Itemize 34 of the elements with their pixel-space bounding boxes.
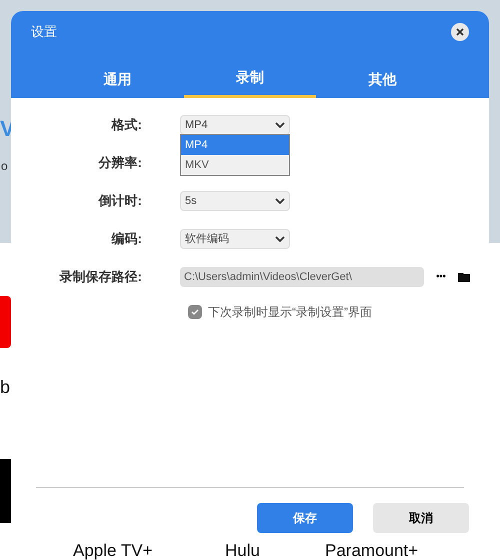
dropdown-option[interactable]: MP4 — [181, 135, 289, 155]
path-field[interactable]: C:\Users\admin\Videos\CleverGet\ — [180, 267, 424, 287]
photo-placeholder — [0, 296, 11, 348]
field-label: 编码: — [110, 230, 143, 248]
chevron-down-icon — [275, 122, 285, 128]
folder-icon[interactable] — [458, 272, 471, 282]
checkbox[interactable] — [188, 305, 202, 319]
checkmark-icon — [191, 309, 199, 315]
field-label: 倒计时: — [97, 192, 143, 210]
background-text: b — [0, 376, 10, 399]
tab[interactable]: 其他 — [316, 64, 450, 98]
cancel-button[interactable]: 取消 — [373, 503, 469, 533]
background-text: o — [1, 158, 8, 175]
dropdown-option[interactable]: MKV — [181, 155, 289, 175]
service-label: Hulu — [225, 540, 261, 560]
tab[interactable]: 通用 — [51, 64, 184, 98]
dropdown-select[interactable]: 5s — [180, 191, 290, 211]
service-label: Paramount+ — [325, 540, 420, 560]
field-label: 录制保存路径: — [58, 268, 143, 286]
save-button[interactable]: 保存 — [257, 503, 353, 533]
more-button[interactable]: ••• — [430, 270, 452, 284]
tab[interactable]: 录制 — [184, 64, 316, 98]
chevron-down-icon — [275, 236, 285, 242]
dropdown-select[interactable]: MP4 — [180, 115, 290, 135]
photo-placeholder — [0, 459, 11, 523]
close-icon — [456, 28, 464, 36]
chevron-down-icon — [275, 198, 285, 204]
dropdown-select[interactable]: 软件编码 — [180, 229, 290, 249]
dialog-title: 设置 — [31, 23, 57, 41]
service-label: Apple TV+ — [73, 540, 154, 560]
close-button[interactable] — [451, 22, 469, 41]
checkbox-label: 下次录制时显示“录制设置”界面 — [208, 304, 372, 321]
field-label: 分辨率: — [97, 154, 143, 172]
field-label: 格式: — [110, 116, 143, 134]
